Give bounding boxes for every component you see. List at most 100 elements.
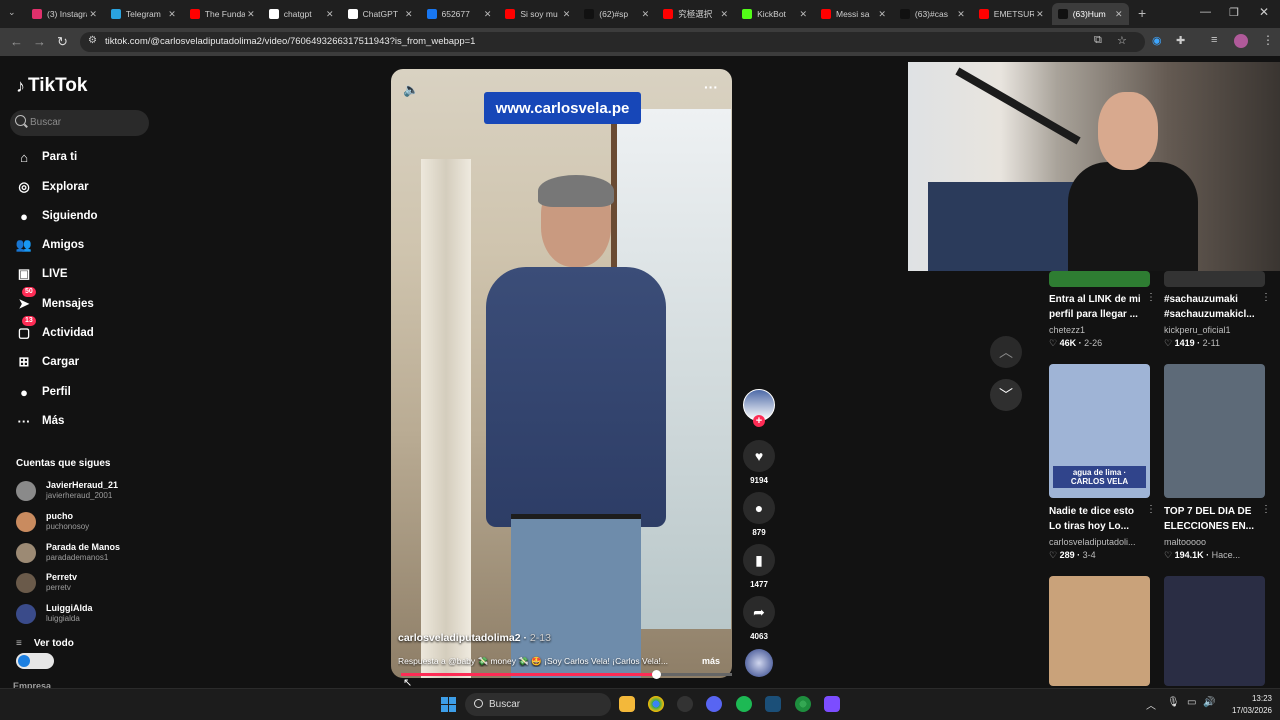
browser-tab[interactable]: 究極選択 ✕ [657,3,734,25]
sidebar-item-following-avatar[interactable]: ● Siguiendo [16,205,146,227]
back-icon[interactable]: ← [10,34,23,49]
comment-icon[interactable]: ● [743,492,775,524]
forward-icon[interactable]: → [33,34,46,49]
tab-close-icon[interactable]: ✕ [721,9,729,20]
minimize-button[interactable]: — [1200,6,1211,18]
tab-close-icon[interactable]: ✕ [484,9,492,20]
maximize-button[interactable]: ❐ [1229,6,1239,19]
video-card-info[interactable]: Nadie te dice esto Lo tiras hoy Lo... ⋮ ca… [1049,504,1156,561]
spotify-icon[interactable] [736,696,752,712]
profile-avatar-icon[interactable] [1234,34,1248,48]
like-action[interactable]: ♥ 9194 [743,440,775,485]
sidebar-item-live[interactable]: ▣ LIVE [16,263,146,285]
volume-tray-icon[interactable]: 🔊 [1203,697,1215,708]
sidebar-item-compass[interactable]: ◎ Explorar [16,176,146,198]
app-grid-icon[interactable] [824,696,840,712]
tab-close-icon[interactable]: ✕ [168,9,176,20]
video-card-info[interactable]: #sachauzumaki #sachauzumakicl... ⋮ kickper… [1164,292,1271,349]
tab-close-icon[interactable]: ✕ [1115,9,1123,20]
browser-tab[interactable]: (63)#cas ✕ [894,3,971,25]
share-action[interactable]: ➦ 4063 [743,596,775,641]
bookmark-star-icon[interactable]: ☆ [1117,34,1127,47]
sidebar-item-profile[interactable]: ● Perfil [16,381,146,403]
heart-icon[interactable]: ♥ [743,440,775,472]
extensions-puzzle-icon[interactable]: ✚ [1176,34,1185,47]
browser-tab[interactable]: (63)Hum ✕ [1051,3,1129,25]
tab-close-icon[interactable]: ✕ [878,9,886,20]
video-thumbnail[interactable] [1164,364,1265,498]
video-card-info[interactable]: TOP 7 DEL DIA DE ELECCIONES EN... ⋮ maltoo… [1164,504,1271,561]
video-thumbnail[interactable] [1049,576,1150,686]
video-thumbnail[interactable] [1049,271,1150,287]
follow-plus-icon[interactable]: + [753,415,765,427]
github-icon[interactable] [677,696,693,712]
chrome-icon[interactable] [648,696,664,712]
tab-close-icon[interactable]: ✕ [563,9,571,20]
clock[interactable]: 13:23 17/03/2026 [1222,693,1272,717]
browser-tab[interactable]: EMETSUR ✕ [973,3,1050,25]
theme-toggle[interactable] [16,653,54,669]
video-author[interactable]: carlosveladiputadolima2 · 2-13 [398,632,551,644]
windows-start-icon[interactable] [441,697,456,712]
caption-more-link[interactable]: más [702,656,720,666]
close-window-button[interactable]: ✕ [1259,5,1269,19]
video-card-info[interactable]: Entra al LINK de mi perfil para llegar .… [1049,292,1156,349]
following-account[interactable]: JavierHeraud_21 javierheraud_2001 [16,478,156,502]
install-app-icon[interactable]: ⧉ [1094,34,1102,47]
sidebar-item-home[interactable]: ⌂ Para ti [16,146,146,168]
browser-menu-icon[interactable]: ⋮ [1262,33,1274,47]
tab-close-icon[interactable]: ✕ [405,9,413,20]
tab-close-icon[interactable]: ✕ [247,9,255,20]
comment-action[interactable]: ● 879 [743,492,775,537]
site-info-icon[interactable]: ⚙ [88,35,97,46]
card-more-icon[interactable]: ⋮ [1261,292,1271,303]
extension-icon[interactable]: ◉ [1152,34,1162,47]
address-bar[interactable]: ⚙ tiktok.com/@carlosveladiputadolima2/vi… [80,32,1145,52]
next-video-button[interactable]: ﹀ [990,379,1022,411]
following-account[interactable]: pucho puchonosoy [16,509,156,533]
sidebar-item-more[interactable]: ··· Más [16,410,146,432]
browser-tab[interactable]: 652677 ✕ [421,3,498,25]
browser-tab[interactable]: Messi sa ✕ [815,3,892,25]
tab-close-icon[interactable]: ✕ [326,9,334,20]
browser-tab[interactable]: The Fundador✕ [184,3,261,25]
following-account[interactable]: Perretv perretv [16,570,156,594]
video-thumbnail[interactable] [1164,271,1265,287]
sidebar-item-friends[interactable]: 👥 Amigos [16,234,146,256]
steam-icon[interactable] [765,696,781,712]
video-more-options-icon[interactable]: ··· [704,79,718,95]
media-control-icon[interactable]: ≡ [1211,34,1217,46]
share-icon[interactable]: ➦ [743,596,775,628]
discord-icon[interactable] [706,696,722,712]
search-input[interactable]: Buscar [10,110,149,136]
card-more-icon[interactable]: ⋮ [1261,504,1271,515]
browser-tab[interactable]: (3) Instagram✕ [26,3,103,25]
network-icon[interactable]: ▭ [1187,697,1196,708]
file-explorer-icon[interactable] [619,696,635,712]
save-action[interactable]: ▮ 1477 [743,544,775,589]
browser-tab[interactable]: Telegram ✕ [105,3,182,25]
video-progress-bar[interactable] [401,670,732,679]
browser-tab[interactable]: Si soy mu ✕ [499,3,576,25]
browser-tab[interactable]: (62)#sp ✕ [578,3,655,25]
microphone-icon[interactable]: 🎙 [1167,697,1180,708]
volume-icon[interactable]: 🔈 [403,82,419,98]
chrome-profile-icon[interactable] [795,696,811,712]
sidebar-item-messages[interactable]: ➤ 50 Mensajes [16,287,146,315]
browser-tab[interactable]: KickBot ✕ [736,3,813,25]
tab-close-icon[interactable]: ✕ [642,9,650,20]
video-player[interactable]: www.carlosvela.pe 🔈 ··· carlosveladiputa… [391,69,732,678]
tiktok-logo[interactable]: ♪ TikTok [16,75,87,97]
card-more-icon[interactable]: ⋮ [1146,504,1156,515]
music-disc-icon[interactable] [745,649,773,677]
following-account[interactable]: Parada de Manos paradademanos1 [16,540,156,564]
sidebar-item-upload[interactable]: ⊞ Cargar [16,351,146,373]
reload-icon[interactable]: ↻ [57,34,68,50]
tab-close-icon[interactable]: ✕ [89,9,97,20]
browser-tab[interactable]: chatgpt ✕ [263,3,340,25]
tray-chevron-icon[interactable]: ︿ [1146,697,1156,712]
tab-close-icon[interactable]: ✕ [799,9,807,20]
progress-handle[interactable] [651,670,661,679]
taskbar-search[interactable]: Buscar [465,693,611,716]
tab-close-icon[interactable]: ✕ [957,9,965,20]
